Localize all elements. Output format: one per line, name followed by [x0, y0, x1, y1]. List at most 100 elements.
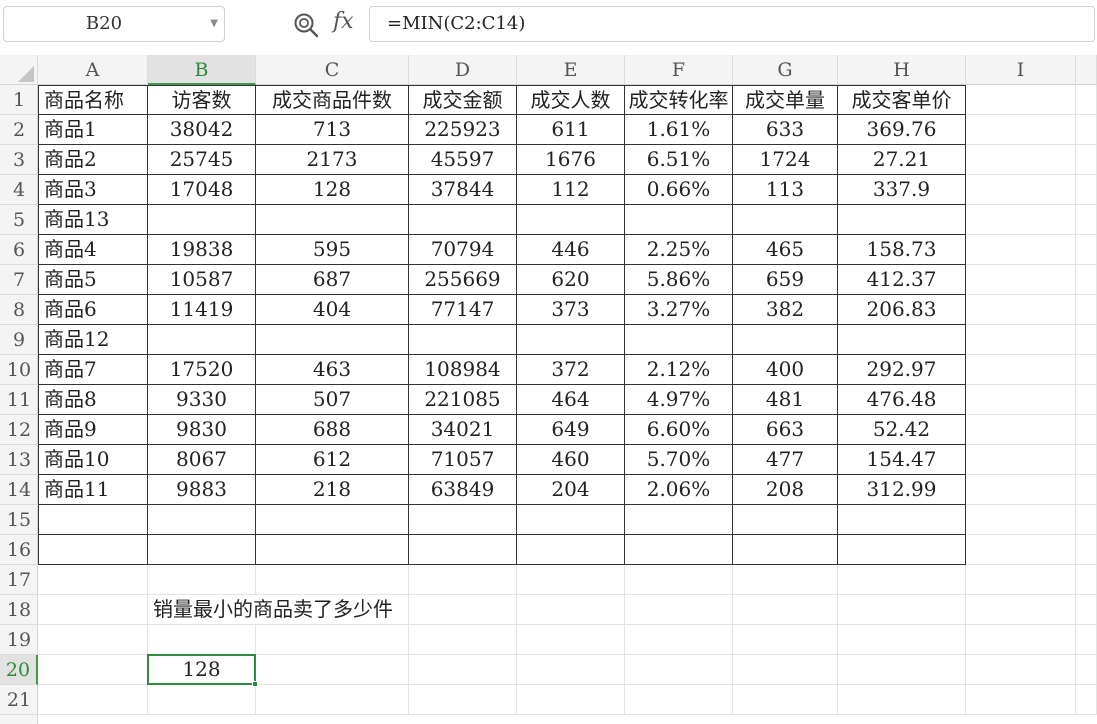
table-cell[interactable]: 商品1	[38, 115, 148, 145]
table-cell[interactable]: 0.66%	[625, 175, 733, 205]
grid-cell[interactable]	[409, 625, 517, 655]
table-cell[interactable]: 688	[256, 415, 409, 445]
table-cell[interactable]: 108984	[409, 355, 517, 385]
table-cell[interactable]	[625, 325, 733, 355]
grid-cell[interactable]	[625, 595, 733, 625]
grid-cell[interactable]	[966, 175, 1076, 205]
table-cell[interactable]	[838, 535, 966, 565]
grid-cell[interactable]	[1076, 115, 1097, 145]
table-cell[interactable]: 5.70%	[625, 445, 733, 475]
table-cell[interactable]: 商品5	[38, 265, 148, 295]
column-header-d[interactable]: D	[409, 55, 517, 85]
grid-cell[interactable]	[517, 685, 625, 715]
table-cell[interactable]: 464	[517, 385, 625, 415]
grid-cell[interactable]	[1076, 565, 1097, 595]
table-cell[interactable]	[148, 205, 256, 235]
table-cell[interactable]	[625, 535, 733, 565]
grid-cell[interactable]	[256, 685, 409, 715]
table-cell[interactable]: 687	[256, 265, 409, 295]
grid-cell[interactable]	[966, 265, 1076, 295]
grid-cell[interactable]	[966, 415, 1076, 445]
table-cell[interactable]: 5.86%	[625, 265, 733, 295]
grid-cell[interactable]	[966, 655, 1076, 685]
table-cell[interactable]: 208	[733, 475, 838, 505]
grid-cell[interactable]	[1076, 235, 1097, 265]
grid-cell[interactable]	[838, 595, 966, 625]
row-header-8[interactable]: 8	[0, 295, 38, 325]
table-cell[interactable]: 1676	[517, 145, 625, 175]
column-header-i[interactable]: I	[966, 55, 1076, 85]
grid-cell[interactable]	[1076, 205, 1097, 235]
table-cell[interactable]: 9830	[148, 415, 256, 445]
grid-cell[interactable]	[966, 85, 1076, 115]
grid-cell[interactable]	[838, 685, 966, 715]
table-cell[interactable]	[625, 505, 733, 535]
chevron-down-icon[interactable]: ▼	[210, 7, 218, 41]
table-cell[interactable]: 17520	[148, 355, 256, 385]
row-header-20[interactable]: 20	[0, 655, 38, 685]
table-cell[interactable]	[517, 535, 625, 565]
table-cell[interactable]: 商品3	[38, 175, 148, 205]
table-cell[interactable]	[733, 205, 838, 235]
table-cell[interactable]: 206.83	[838, 295, 966, 325]
table-header-cell[interactable]: 成交转化率	[625, 85, 733, 115]
table-cell[interactable]: 221085	[409, 385, 517, 415]
grid-cell[interactable]	[838, 655, 966, 685]
table-cell[interactable]: 369.76	[838, 115, 966, 145]
table-cell[interactable]: 70794	[409, 235, 517, 265]
row-header-11[interactable]: 11	[0, 385, 38, 415]
table-cell[interactable]: 2.25%	[625, 235, 733, 265]
table-cell[interactable]	[38, 535, 148, 565]
grid-cell[interactable]	[838, 565, 966, 595]
grid-cell[interactable]	[517, 655, 625, 685]
table-cell[interactable]	[517, 505, 625, 535]
table-cell[interactable]: 37844	[409, 175, 517, 205]
table-cell[interactable]: 292.97	[838, 355, 966, 385]
table-cell[interactable]: 1.61%	[625, 115, 733, 145]
table-cell[interactable]	[409, 535, 517, 565]
row-header-13[interactable]: 13	[0, 445, 38, 475]
table-cell[interactable]: 460	[517, 445, 625, 475]
table-cell[interactable]: 71057	[409, 445, 517, 475]
table-cell[interactable]: 204	[517, 475, 625, 505]
grid-cell[interactable]	[517, 625, 625, 655]
grid-cell[interactable]	[38, 565, 148, 595]
table-cell[interactable]: 商品8	[38, 385, 148, 415]
grid-cell[interactable]	[966, 475, 1076, 505]
table-cell[interactable]: 6.51%	[625, 145, 733, 175]
grid-cell[interactable]	[409, 685, 517, 715]
grid-cell[interactable]	[966, 535, 1076, 565]
table-cell[interactable]: 620	[517, 265, 625, 295]
table-cell[interactable]: 商品11	[38, 475, 148, 505]
grid-cell[interactable]	[733, 685, 838, 715]
grid-cell[interactable]	[409, 655, 517, 685]
table-cell[interactable]: 659	[733, 265, 838, 295]
grid-cell[interactable]	[409, 595, 517, 625]
grid-cell[interactable]	[38, 625, 148, 655]
table-cell[interactable]: 312.99	[838, 475, 966, 505]
row-header-21[interactable]: 21	[0, 685, 38, 715]
table-cell[interactable]	[256, 535, 409, 565]
grid-cell[interactable]	[733, 655, 838, 685]
table-cell[interactable]: 1724	[733, 145, 838, 175]
grid-cell[interactable]	[38, 685, 148, 715]
grid-cell[interactable]	[517, 595, 625, 625]
row-header-15[interactable]: 15	[0, 505, 38, 535]
grid-cell[interactable]	[733, 565, 838, 595]
table-cell[interactable]	[256, 505, 409, 535]
table-cell[interactable]: 713	[256, 115, 409, 145]
grid-cell[interactable]	[966, 685, 1076, 715]
grid-cell[interactable]	[256, 625, 409, 655]
column-header-b[interactable]: B	[148, 55, 256, 85]
table-cell[interactable]: 463	[256, 355, 409, 385]
table-cell[interactable]: 158.73	[838, 235, 966, 265]
column-header-f[interactable]: F	[625, 55, 733, 85]
row-header-2[interactable]: 2	[0, 115, 38, 145]
row-header-16[interactable]: 16	[0, 535, 38, 565]
table-cell[interactable]: 25745	[148, 145, 256, 175]
table-cell[interactable]: 507	[256, 385, 409, 415]
grid-cell[interactable]	[733, 595, 838, 625]
grid-cell[interactable]	[148, 565, 256, 595]
table-cell[interactable]: 412.37	[838, 265, 966, 295]
table-cell[interactable]	[256, 205, 409, 235]
